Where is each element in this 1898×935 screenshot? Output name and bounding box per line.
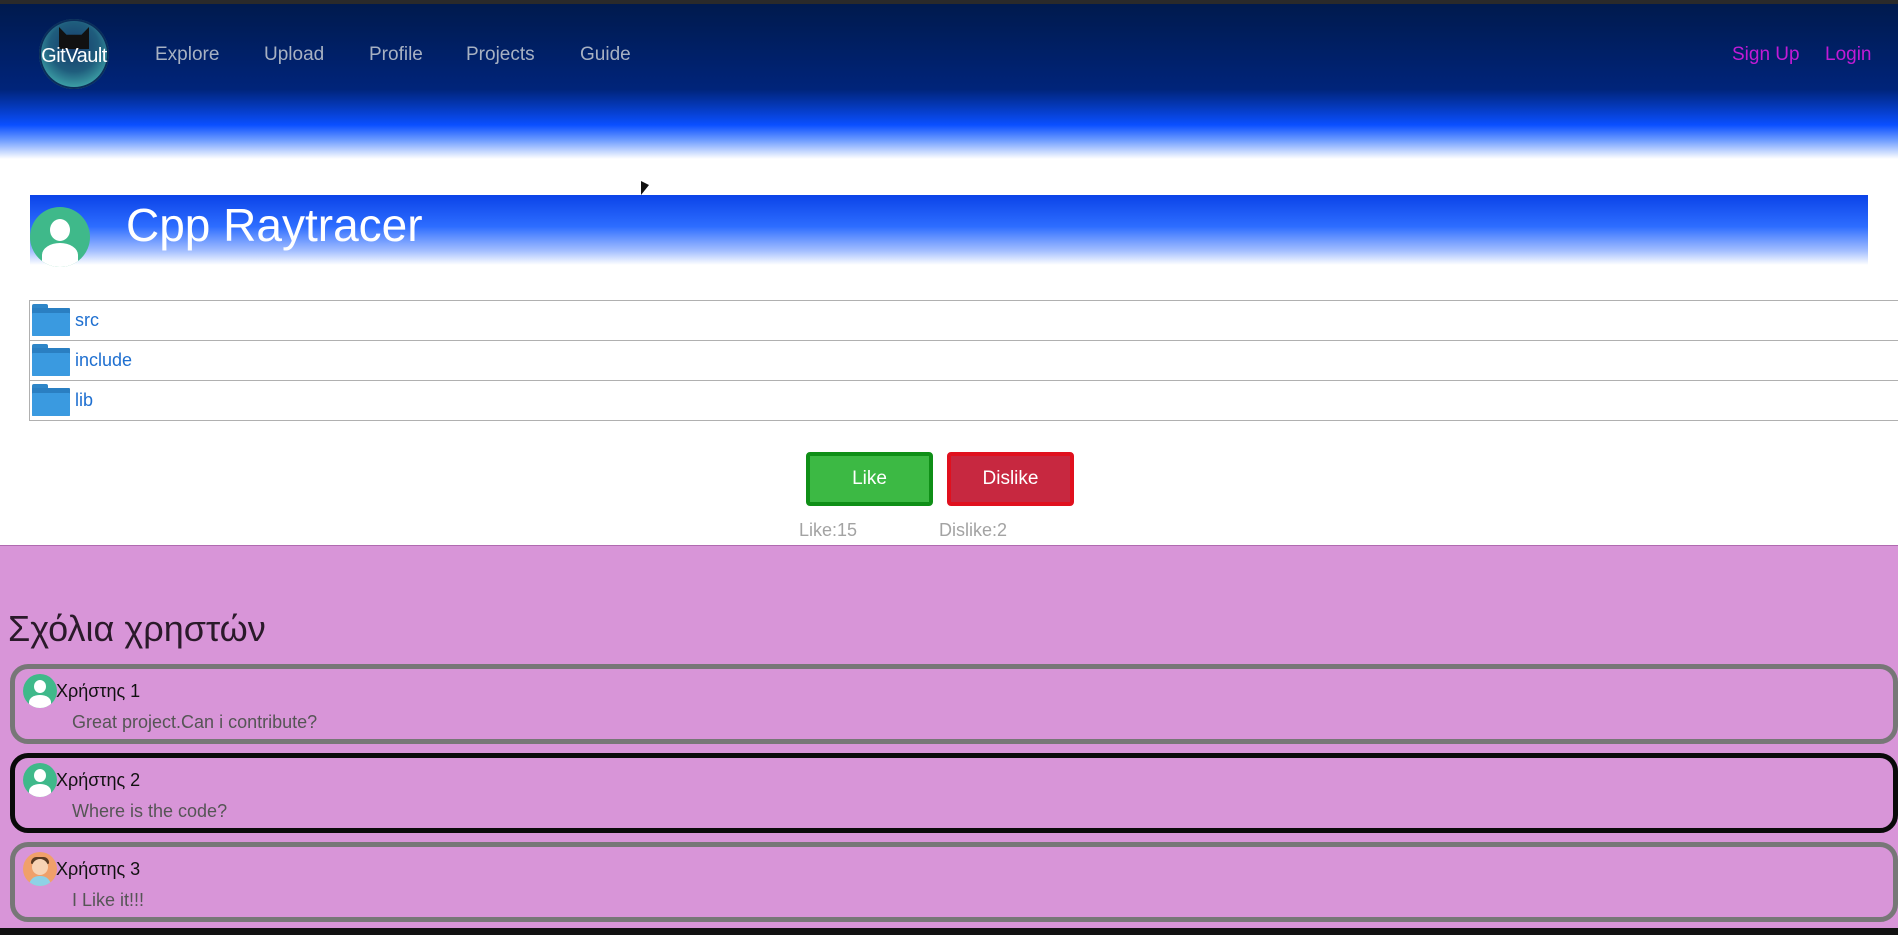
comment-text: Great project.Can i contribute?: [72, 712, 318, 732]
comment-text: Where is the code?: [72, 801, 228, 821]
comment-username: Χρήστης 1: [56, 681, 141, 701]
mouse-cursor-icon: [641, 181, 649, 195]
folder-icon: [32, 344, 70, 376]
nav-explore-link[interactable]: Explore: [155, 44, 219, 66]
file-row[interactable]: include: [29, 340, 1898, 381]
comments-title: Σχόλια χρηστών: [8, 608, 266, 649]
folder-link-include[interactable]: include: [75, 350, 132, 371]
project-header: Cpp Raytracer: [30, 195, 1868, 267]
comment-username: Χρήστης 2: [56, 770, 141, 790]
nav-guide-link[interactable]: Guide: [580, 44, 631, 66]
file-row[interactable]: src: [29, 300, 1898, 341]
dislike-count: Dislike:2: [939, 520, 1008, 540]
nav-profile-link[interactable]: Profile: [369, 44, 423, 66]
dislike-button[interactable]: Dislike: [947, 452, 1074, 506]
project-title: Cpp Raytracer: [126, 199, 423, 251]
page: GitVault Explore Upload Profile Projects…: [0, 0, 1898, 935]
comment-card: Χρήστης 1 Great project.Can i contribute…: [10, 664, 1898, 744]
file-row[interactable]: lib: [29, 380, 1898, 421]
sign-up-link[interactable]: Sign Up: [1732, 44, 1800, 66]
comment-username: Χρήστης 3: [56, 859, 141, 879]
folder-icon: [32, 384, 70, 416]
comment-card: Χρήστης 3 I Like it!!!: [10, 842, 1898, 922]
user-avatar-icon: [30, 207, 90, 267]
folder-icon: [32, 304, 70, 336]
comment-text: I Like it!!!: [72, 890, 145, 910]
like-count: Like:15: [799, 520, 858, 540]
user-avatar-icon: [23, 763, 57, 797]
gitvault-logo[interactable]: GitVault: [39, 19, 109, 89]
nav-upload-link[interactable]: Upload: [264, 44, 324, 66]
user-avatar-icon: [23, 852, 57, 886]
bottom-edge: [0, 928, 1898, 935]
nav-projects-link[interactable]: Projects: [466, 44, 535, 66]
login-link[interactable]: Login: [1825, 44, 1872, 66]
logo-text: GitVault: [41, 45, 107, 67]
folder-link-lib[interactable]: lib: [75, 390, 93, 411]
comment-card: Χρήστης 2 Where is the code?: [10, 753, 1898, 833]
like-button[interactable]: Like: [806, 452, 933, 506]
comments-section: Σχόλια χρηστών Χρήστης 1 Great project.C…: [0, 545, 1898, 935]
folder-link-src[interactable]: src: [75, 310, 99, 331]
file-list: src include lib: [29, 300, 1898, 421]
user-avatar-icon: [23, 674, 57, 708]
navbar: GitVault Explore Upload Profile Projects…: [0, 4, 1898, 159]
